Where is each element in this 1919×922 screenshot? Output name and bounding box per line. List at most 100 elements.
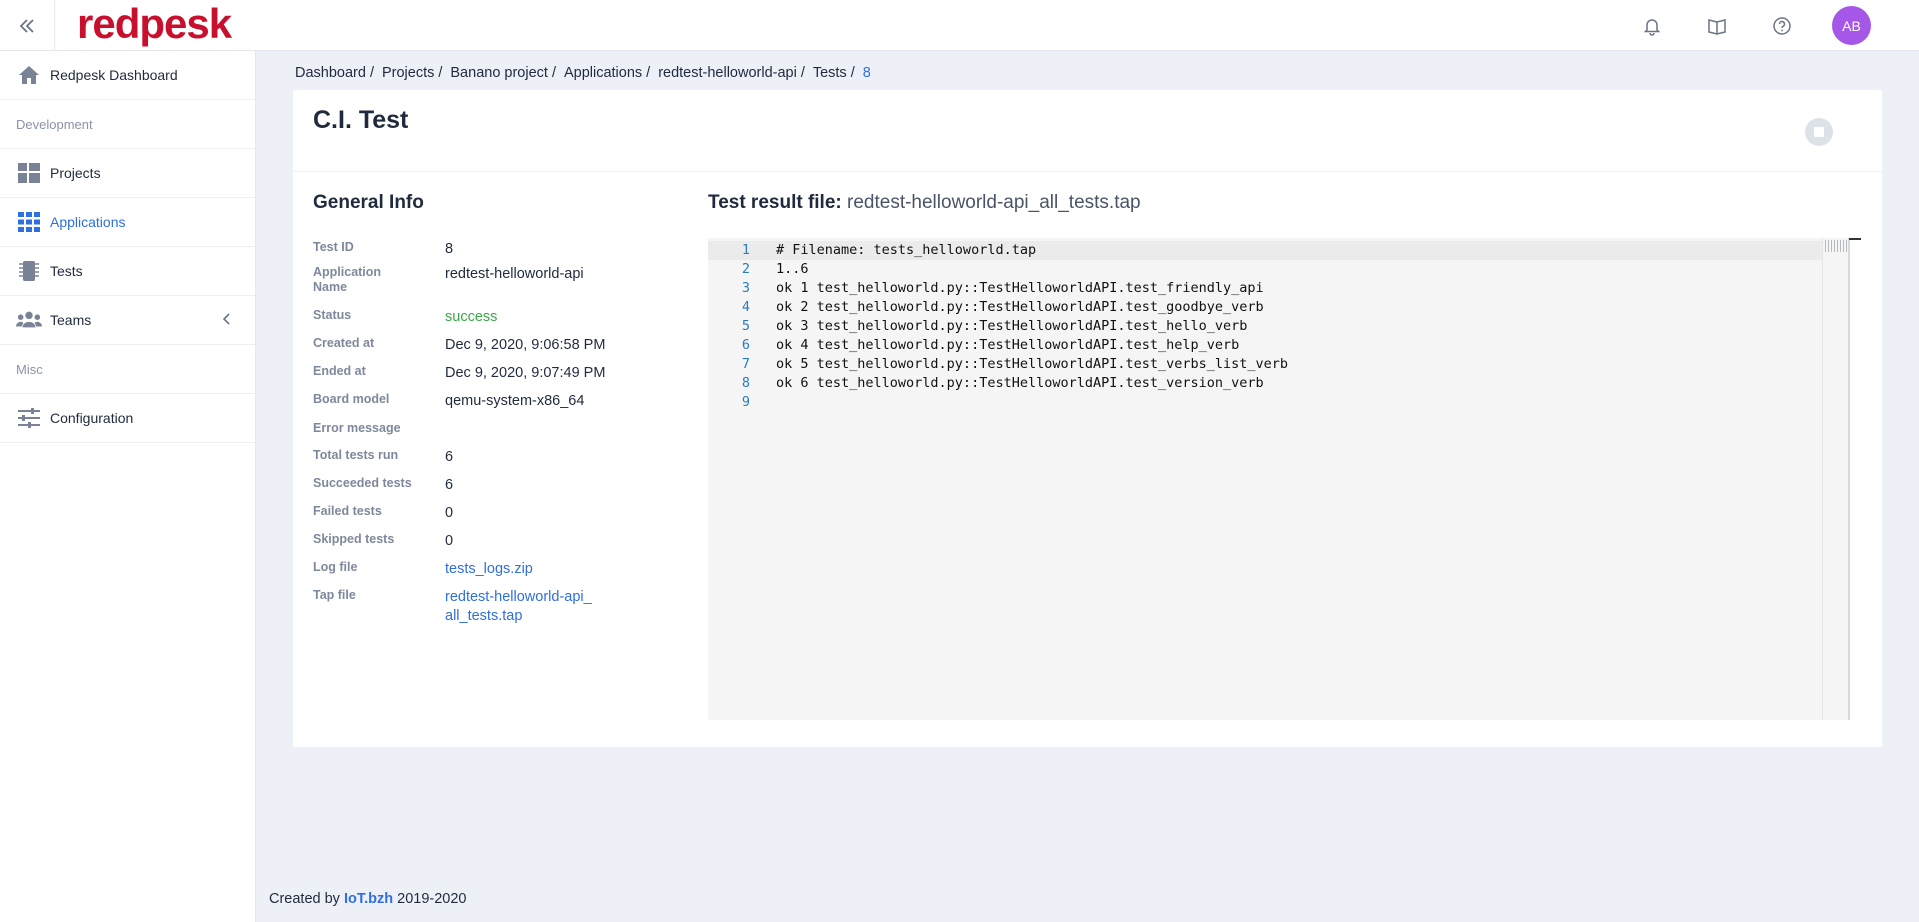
info-value: 8 [445, 241, 454, 257]
title-card: C.I. Test [293, 90, 1882, 172]
chip-icon [16, 260, 42, 282]
breadcrumb-current: 8 [862, 65, 871, 81]
collapse-sidebar-button[interactable] [0, 0, 55, 51]
notifications-button[interactable] [1619, 0, 1684, 51]
footer-years: 2019-2020 [397, 891, 467, 907]
info-label: Created at [313, 336, 375, 350]
code-text: ok 1 test_helloworld.py::TestHelloworldA… [776, 280, 1264, 296]
sidebar-item-label: Tests [50, 263, 83, 279]
info-label: Board model [313, 392, 390, 406]
code-line: 3 ok 1 test_helloworld.py::TestHelloworld… [708, 279, 1264, 298]
code-text: # Filename: tests_helloworld.tap [776, 242, 1037, 258]
editor-scrollbar[interactable] [1848, 238, 1850, 720]
sidebar-item-projects[interactable]: Projects [0, 149, 255, 198]
code-line: 2 1..6 [708, 260, 809, 279]
user-avatar[interactable]: AB [1832, 6, 1871, 45]
sliders-icon [16, 407, 42, 429]
stop-icon [1814, 127, 1824, 137]
info-row-ended-at: Ended at Dec 9, 2020, 9:07:49 PM [313, 364, 623, 383]
breadcrumb-application[interactable]: redtest-helloworld-api [658, 65, 797, 81]
code-text: 1..6 [776, 261, 809, 277]
info-value: qemu-system-x86_64 [445, 393, 585, 409]
sidebar-item-dashboard[interactable]: Redpesk Dashboard [0, 51, 255, 100]
line-number: 2 [741, 261, 750, 277]
info-row-total-tests: Total tests run 6 [313, 448, 623, 467]
breadcrumb-projects[interactable]: Projects [382, 65, 434, 81]
breadcrumb-dashboard[interactable]: Dashboard [295, 65, 366, 81]
sidebar-item-label: Teams [50, 312, 92, 328]
chevron-left-icon [222, 313, 230, 325]
double-chevron-left-icon [19, 18, 34, 33]
footer-prefix: Created by [269, 891, 340, 907]
breadcrumb-project[interactable]: Banano project [450, 65, 548, 81]
help-button[interactable] [1749, 0, 1814, 51]
app-logo[interactable]: redpesk [77, 0, 232, 48]
code-line: 7 ok 5 test_helloworld.py::TestHelloworld… [708, 355, 1288, 374]
code-line: 4 ok 2 test_helloworld.py::TestHelloworld… [708, 298, 1264, 317]
tap-file-link[interactable]: redtest-helloworld-api_all_tests.tap [445, 588, 595, 626]
breadcrumb-tests[interactable]: Tests [813, 65, 847, 81]
footer-brand-link[interactable]: IoT.bzh [344, 891, 393, 907]
info-row-error-message: Error message [313, 421, 623, 436]
line-number: 9 [741, 394, 750, 410]
sidebar-item-tests[interactable]: Tests [0, 247, 255, 296]
info-label: Ended at [313, 364, 366, 378]
users-icon [16, 309, 42, 331]
sidebar-item-configuration[interactable]: Configuration [0, 394, 255, 443]
info-label: Log file [313, 560, 358, 574]
grid-icon [16, 162, 42, 184]
sidebar-item-label: Applications [50, 214, 126, 230]
code-text: ok 2 test_helloworld.py::TestHelloworldA… [776, 299, 1264, 315]
status-value: success [445, 309, 498, 325]
breadcrumb-applications[interactable]: Applications [564, 65, 642, 81]
code-text: ok 5 test_helloworld.py::TestHelloworldA… [776, 356, 1289, 372]
sidebar: Redpesk Dashboard Development Projects A… [0, 51, 256, 922]
info-row-status: Status success [313, 308, 623, 327]
info-label: Succeeded tests [313, 476, 412, 490]
info-row-board-model: Board model qemu-system-x86_64 [313, 392, 623, 411]
sidebar-item-label: Configuration [50, 410, 134, 426]
line-number: 5 [741, 318, 750, 334]
info-value: redtest-helloworld-api [445, 266, 584, 282]
line-number: 7 [741, 356, 750, 372]
info-row-tap-file: Tap file redtest-helloworld-api_all_test… [313, 588, 623, 626]
top-bar: redpesk AB [0, 0, 1919, 51]
code-editor[interactable]: 1 # Filename: tests_helloworld.tap 2 1..6 … [708, 238, 1861, 720]
documentation-button[interactable] [1684, 0, 1749, 51]
sidebar-section-misc: Misc [0, 345, 255, 394]
sidebar-item-applications[interactable]: Applications [0, 198, 255, 247]
stop-test-button[interactable] [1805, 118, 1833, 146]
sidebar-item-label: Redpesk Dashboard [50, 67, 178, 83]
line-number: 4 [741, 299, 750, 315]
page-title: C.I. Test [313, 106, 409, 134]
line-number: 3 [741, 280, 750, 296]
code-line: 5 ok 3 test_helloworld.py::TestHelloworld… [708, 317, 1248, 336]
info-row-log-file: Log file tests_logs.zip [313, 560, 623, 579]
code-line: 1 # Filename: tests_helloworld.tap [708, 241, 1036, 260]
book-icon [1707, 18, 1726, 35]
line-number: 8 [741, 375, 750, 391]
sidebar-section-development: Development [0, 100, 255, 149]
info-label: Tap file [313, 588, 356, 602]
sidebar-item-teams[interactable]: Teams [0, 296, 255, 345]
info-value: 6 [445, 449, 454, 465]
info-label: Test ID [313, 240, 354, 254]
info-label: Application Name [313, 265, 382, 294]
info-label: Error message [313, 421, 401, 435]
info-value: 0 [445, 505, 454, 521]
test-result-filename: redtest-helloworld-api_all_tests.tap [847, 192, 1141, 213]
code-line: 6 ok 4 test_helloworld.py::TestHelloworld… [708, 336, 1239, 355]
sidebar-item-label: Projects [50, 165, 101, 181]
log-file-link[interactable]: tests_logs.zip [445, 560, 533, 579]
code-line: 8 ok 6 test_helloworld.py::TestHelloworld… [708, 374, 1264, 393]
line-number: 6 [741, 337, 750, 353]
info-row-application-name: Application Name redtest-helloworld-api [313, 265, 623, 295]
info-label: Status [313, 308, 352, 322]
info-value: 0 [445, 533, 454, 549]
help-circle-icon [1772, 16, 1791, 35]
editor-minimap[interactable] [1822, 238, 1850, 720]
code-text: ok 4 test_helloworld.py::TestHelloworldA… [776, 337, 1240, 353]
general-info-title: General Info [313, 192, 424, 213]
code-line: 9 [708, 393, 776, 412]
test-result-title: Test result file: redtest-helloworld-api… [708, 192, 1141, 214]
